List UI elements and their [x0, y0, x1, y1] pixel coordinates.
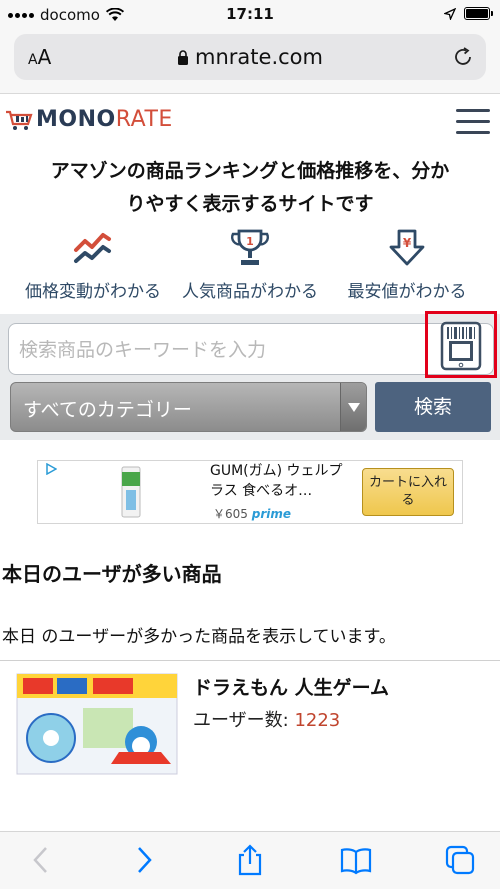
url-display[interactable]: mnrate.com [14, 45, 486, 69]
feature-price-change: 価格変動がわかる [13, 228, 173, 302]
feature-list: 価格変動がわかる 1 人気商品がわかる ¥ 最安値がわかる [0, 228, 500, 303]
browser-toolbar: AA mnrate.com [0, 30, 500, 94]
section-description: 本日 のユーザーが多かった商品を表示しています。 [2, 627, 396, 647]
location-arrow-icon [444, 7, 456, 20]
status-bar: docomo 17:11 [0, 0, 500, 30]
tagline-line-1: アマゾンの商品ランキングと価格推移を、分か [50, 160, 450, 182]
prime-badge: prime [251, 507, 291, 521]
reload-icon[interactable] [452, 46, 474, 68]
browser-bottom-toolbar [0, 831, 500, 889]
tabs-icon[interactable] [444, 844, 476, 876]
ad-product-title[interactable]: GUM(ガム) ウェルプラス 食べるオ… [210, 461, 355, 501]
share-icon[interactable] [234, 844, 266, 876]
user-count-value: 1223 [294, 710, 341, 731]
search-box [8, 323, 494, 375]
feature-label: 最安値がわかる [347, 282, 467, 302]
lock-icon [178, 50, 189, 65]
feature-label: 価格変動がわかる [25, 282, 161, 302]
category-selected-label: すべてのカテゴリー [23, 399, 192, 421]
bookmarks-icon[interactable] [340, 844, 372, 876]
svg-text:1: 1 [246, 235, 254, 248]
feature-popular: 1 人気商品がわかる [170, 228, 330, 302]
address-bar[interactable]: AA mnrate.com [14, 34, 486, 80]
site-logo[interactable]: MONO RATE [5, 107, 173, 132]
ad-choices-icon[interactable] [45, 463, 57, 475]
search-input[interactable] [19, 335, 419, 365]
chevron-down-icon [340, 383, 366, 431]
feature-label: 人気商品がわかる [182, 282, 318, 302]
product-name[interactable]: ドラえもん 人生ゲーム [193, 673, 389, 700]
status-right [444, 7, 493, 20]
battery-icon [464, 7, 493, 20]
product-user-count: ユーザー数: 1223 [193, 710, 341, 731]
category-select[interactable]: すべてのカテゴリー [10, 382, 367, 432]
section-title: 本日のユーザが多い商品 [2, 562, 222, 586]
forward-icon[interactable] [128, 844, 160, 876]
ad-price: ￥605 prime [213, 507, 291, 521]
feature-lowest-price: ¥ 最安値がわかる [327, 228, 487, 302]
logo-text-rate: RATE [115, 107, 173, 132]
site-tagline: アマゾンの商品ランキングと価格推移を、分か りやすく表示するサイトです [10, 155, 490, 221]
site-header: MONO RATE [0, 95, 500, 155]
add-to-cart-button[interactable]: カートに入れる [362, 468, 454, 516]
hamburger-menu-icon[interactable] [456, 109, 490, 135]
status-time: 17:11 [226, 5, 274, 23]
trend-chart-icon [74, 233, 111, 263]
svg-text:¥: ¥ [403, 236, 412, 250]
divider [0, 660, 500, 661]
ad-banner[interactable]: GUM(ガム) ウェルプラス 食べるオ… ￥605 prime カートに入れる [37, 460, 463, 524]
back-icon[interactable] [25, 844, 57, 876]
trophy-icon: 1 [230, 229, 270, 265]
product-thumbnail[interactable] [120, 466, 142, 518]
product-image[interactable] [11, 668, 183, 780]
cart-logo-icon [6, 110, 33, 130]
url-text: mnrate.com [195, 45, 323, 69]
logo-text-mono: MONO [36, 107, 116, 132]
barcode-scanner-icon [440, 321, 482, 371]
yen-down-arrow-icon: ¥ [389, 229, 425, 266]
barcode-scan-button[interactable] [425, 311, 497, 378]
tagline-line-2: りやすく表示するサイトです [126, 193, 374, 215]
search-button[interactable]: 検索 [375, 382, 491, 432]
